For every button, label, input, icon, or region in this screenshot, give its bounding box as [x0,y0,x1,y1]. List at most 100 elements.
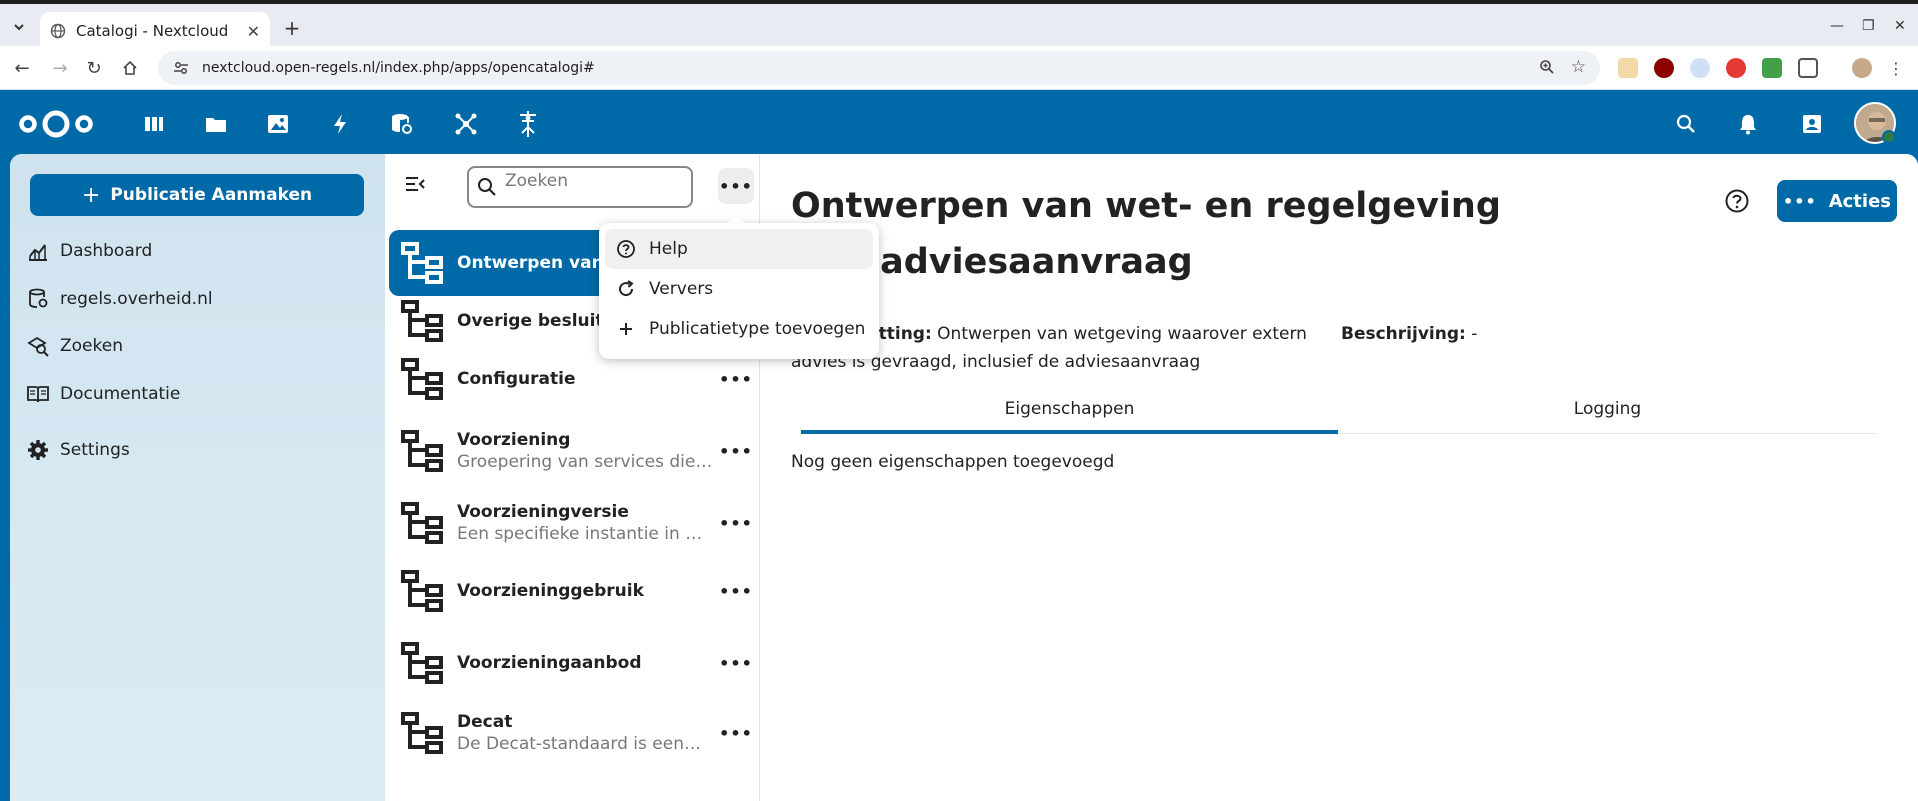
opencatalogi-app-icon[interactable] [514,110,542,138]
dots-icon: ••• [1783,191,1817,211]
nav-item-settings[interactable]: Settings [26,430,366,470]
list-item-title: Decat [457,712,513,732]
schema-icon [401,430,443,472]
forward-icon[interactable]: → [48,56,72,80]
address-bar[interactable]: nextcloud.open-regels.nl/index.php/apps/… [158,51,1600,85]
menu-item-ververs[interactable]: Ververs [605,269,873,309]
toggle-navigation-icon[interactable] [403,172,427,196]
chart-icon [26,239,50,263]
menu-item-label: Publicatietype toevoegen [649,319,866,339]
new-tab-button[interactable]: + [280,16,304,40]
nav-item-label: Documentatie [60,384,181,404]
list-item[interactable]: Voorziening Groepering van services die…… [389,418,756,484]
book-icon [26,382,50,406]
actions-button[interactable]: ••• Acties [1777,180,1897,222]
schema-icon [401,502,443,544]
bookmark-star-icon[interactable]: ☆ [1571,59,1586,79]
extension-icon-1[interactable] [1618,58,1638,78]
description-field: Beschrijving: - [1341,320,1741,348]
globe-icon [50,23,66,39]
schema-icon [401,642,443,684]
reload-icon[interactable]: ↻ [82,56,106,80]
item-actions-icon[interactable]: ••• [716,724,756,743]
list-item[interactable]: Voorzieningversie Een specifieke instant… [389,490,756,556]
help-icon[interactable] [1724,188,1750,214]
extension-icon-3[interactable] [1690,58,1710,78]
home-icon[interactable] [118,56,142,80]
close-icon[interactable]: ✕ [247,22,260,41]
extension-icon-4[interactable] [1726,58,1746,78]
nav-item-documentatie[interactable]: Documentatie [26,374,366,414]
plus-icon: + [81,182,101,208]
list-item-title: Voorzieningaanbod [457,653,642,673]
detail-tabs: Eigenschappen Logging [801,394,1876,434]
help-circle-icon [615,238,637,260]
zoom-icon[interactable] [1539,59,1555,79]
window-close-icon[interactable]: ✕ [1894,18,1906,34]
nav-item-dashboard[interactable]: Dashboard [26,231,366,271]
item-actions-icon[interactable]: ••• [716,582,756,601]
browser-tab[interactable]: Catalogi - Nextcloud ✕ [40,12,270,50]
list-item[interactable]: Decat De Decat-standaard is een… ••• [389,700,756,766]
tab-logging[interactable]: Logging [1339,394,1876,434]
database-icon [26,287,50,311]
search-placeholder: Zoeken [505,171,568,191]
files-app-icon[interactable] [202,110,230,138]
schema-icon [401,242,443,284]
minimize-icon[interactable]: — [1830,18,1844,34]
tab-eigenschappen[interactable]: Eigenschappen [801,394,1338,434]
list-item[interactable]: Voorzieninggebruik ••• [389,558,756,624]
gear-icon [26,438,50,462]
notifications-bell-icon[interactable] [1734,110,1762,138]
list-item-subtitle: Groepering van services die… [457,452,713,472]
puzzle-icon[interactable] [1798,58,1818,78]
user-status-indicator [1882,130,1896,144]
schema-icon [401,570,443,612]
dashboard-app-icon[interactable] [140,110,168,138]
header-search-icon[interactable] [1672,110,1700,138]
list-item-title: Voorzieninggebruik [457,581,644,601]
menu-item-add-publication-type[interactable]: Publicatietype toevoegen [605,309,873,349]
settings-label: Settings [60,440,130,460]
photos-app-icon[interactable] [264,110,292,138]
list-item[interactable]: Voorzieningaanbod ••• [389,630,756,696]
browser-toolbar: ← → ↻ nextcloud.open-regels.nl/index.php… [0,46,1918,90]
back-icon[interactable]: ← [10,56,34,80]
actions-label: Acties [1828,190,1891,212]
refresh-icon [615,278,637,300]
database-app-icon[interactable] [388,110,416,138]
item-actions-icon[interactable]: ••• [716,654,756,673]
shield-extension-icon[interactable] [1762,58,1782,78]
search-input[interactable]: Zoeken [467,166,693,208]
menu-item-help[interactable]: Help [605,229,873,269]
restore-icon[interactable]: ❐ [1862,18,1875,34]
ublock-icon[interactable] [1654,58,1674,78]
description-text: - [1471,324,1478,344]
item-actions-icon[interactable]: ••• [716,514,756,533]
list-item-subtitle: De Decat-standaard is een… [457,734,701,754]
search-icon [478,178,496,196]
tab-list-button[interactable] [8,16,30,38]
schema-icon [401,300,443,342]
nav-item-zoeken[interactable]: Zoeken [26,326,366,366]
nextcloud-logo-icon[interactable] [18,108,94,140]
kebab-menu-icon[interactable]: ⋮ [1884,56,1908,80]
list-actions-button[interactable]: ••• [718,168,754,204]
nav-item-label: Dashboard [60,241,153,261]
network-app-icon[interactable] [452,110,480,138]
create-publication-button[interactable]: + Publicatie Aanmaken [30,174,364,216]
profile-avatar[interactable] [1852,58,1872,78]
description-label: Beschrijving: [1341,324,1466,344]
create-publication-label: Publicatie Aanmaken [110,185,313,205]
contacts-icon[interactable] [1798,110,1826,138]
activity-app-icon[interactable] [326,110,354,138]
schema-icon [401,358,443,400]
list-item-title: Voorziening [457,430,571,450]
detail-view: Ontwerpen van wet- en regelgeving met ad… [761,154,1918,801]
site-info-icon[interactable] [172,59,190,77]
item-actions-icon[interactable]: ••• [716,370,756,389]
plus-icon [615,318,637,340]
nav-item-regels[interactable]: regels.overheid.nl [26,279,366,319]
item-actions-icon[interactable]: ••• [716,442,756,461]
tab-title: Catalogi - Nextcloud [76,22,229,40]
